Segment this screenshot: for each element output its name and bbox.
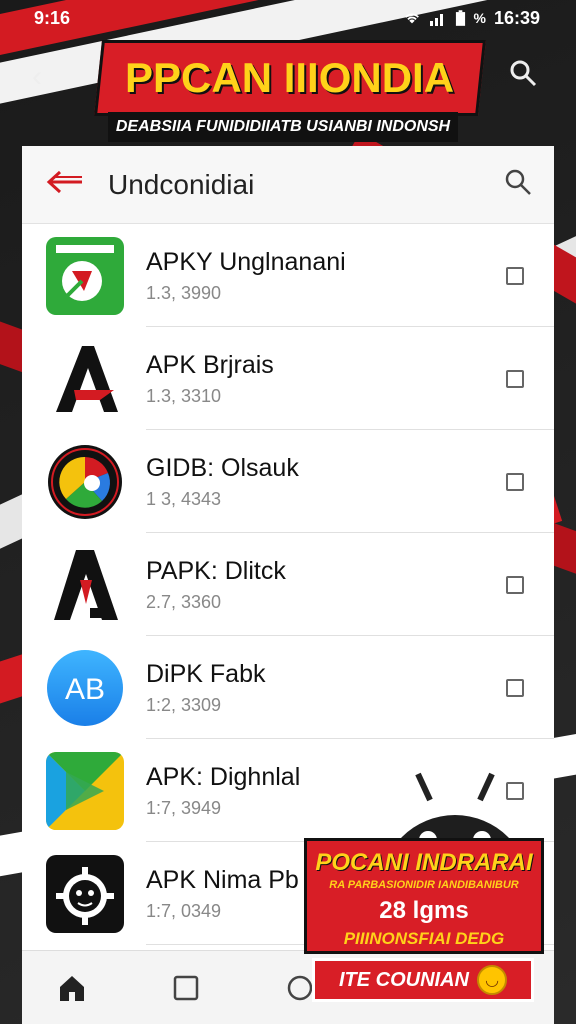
home-icon[interactable] <box>22 973 122 1003</box>
promo-button-label: ITE COUNIAN <box>339 968 469 991</box>
gear-face-icon <box>46 854 124 933</box>
list-item[interactable]: GIDB: Olsauk 1 3, 4343 <box>22 430 554 533</box>
app-version: 1.3, 3310 <box>146 386 222 406</box>
svg-text:AB: AB <box>65 673 105 706</box>
list-item[interactable]: AB DiPK Fabk 1:2, 3309 <box>22 636 554 739</box>
smiley-icon: ◡ <box>477 965 507 995</box>
status-bar: 9:16 % 16:39 <box>0 0 576 36</box>
select-checkbox[interactable] <box>506 266 524 285</box>
ab-blue-icon: AB <box>46 649 124 727</box>
colorful-circle-icon <box>46 442 124 521</box>
app-version: 1:2, 3309 <box>146 695 222 715</box>
select-checkbox[interactable] <box>506 575 524 594</box>
list-item[interactable]: APKY Unglnanani 1.3, 3990 <box>22 224 554 327</box>
top-search-icon[interactable] <box>508 58 538 93</box>
back-arrow-icon[interactable] <box>46 165 108 204</box>
battery-percent: % <box>473 10 486 26</box>
promo-tagline: PIIINONSFIAI DEDG <box>343 929 505 948</box>
top-back-arrow-icon[interactable]: ‹ <box>32 60 42 94</box>
app-name: PAPK: Dlitck <box>146 557 286 585</box>
list-item[interactable]: PAPK: Dlitck 2.7, 3360 <box>22 533 554 636</box>
a-red-logo-icon <box>46 545 124 624</box>
promo-subtitle: RA PARBASIONIDIR IANDIBANIBUR <box>329 879 519 891</box>
app-name: DiPK Fabk <box>146 660 266 688</box>
play-store-icon <box>46 751 124 830</box>
recents-icon[interactable] <box>136 975 236 1001</box>
app-version: 1 3, 4343 <box>146 489 222 509</box>
battery-icon <box>455 9 465 26</box>
app-name: APK Brjrais <box>146 351 274 379</box>
app-version: 1.3, 3990 <box>146 283 222 303</box>
select-checkbox[interactable] <box>506 678 524 697</box>
page-title: Undconidiai <box>108 168 255 200</box>
list-item[interactable]: APK Brjrais 1.3, 3310 <box>22 327 554 430</box>
app-version: 2.7, 3360 <box>146 592 222 612</box>
promo-highlight: 28 lgms <box>379 897 469 924</box>
app-name: GIDB: Olsauk <box>146 454 299 482</box>
banner-subtitle: DEABSIIA FUNIDIDIIATB USIANBI INDONSH <box>108 112 458 142</box>
search-icon[interactable] <box>504 168 532 201</box>
wifi-icon <box>404 13 419 24</box>
banner-title: PPCAN IIIONDIA <box>125 54 455 101</box>
select-checkbox[interactable] <box>506 369 524 388</box>
promo-title: POCANI INDRARAI <box>315 849 533 876</box>
status-clock-right: 16:39 <box>493 7 540 28</box>
select-checkbox[interactable] <box>506 472 524 491</box>
list-header: Undconidiai <box>22 146 554 224</box>
status-time: 9:16 <box>34 7 71 28</box>
title-banner: PPCAN IIIONDIA <box>94 40 486 116</box>
promo-card[interactable]: POCANI INDRARAI RA PARBASIONIDIR IANDIBA… <box>304 838 544 954</box>
signal-icon <box>429 14 443 26</box>
promo-button[interactable]: ITE COUNIAN ◡ <box>312 958 534 1002</box>
green-shield-icon <box>46 236 124 315</box>
app-name: APKY Unglnanani <box>146 248 346 276</box>
a-logo-icon <box>46 339 124 418</box>
